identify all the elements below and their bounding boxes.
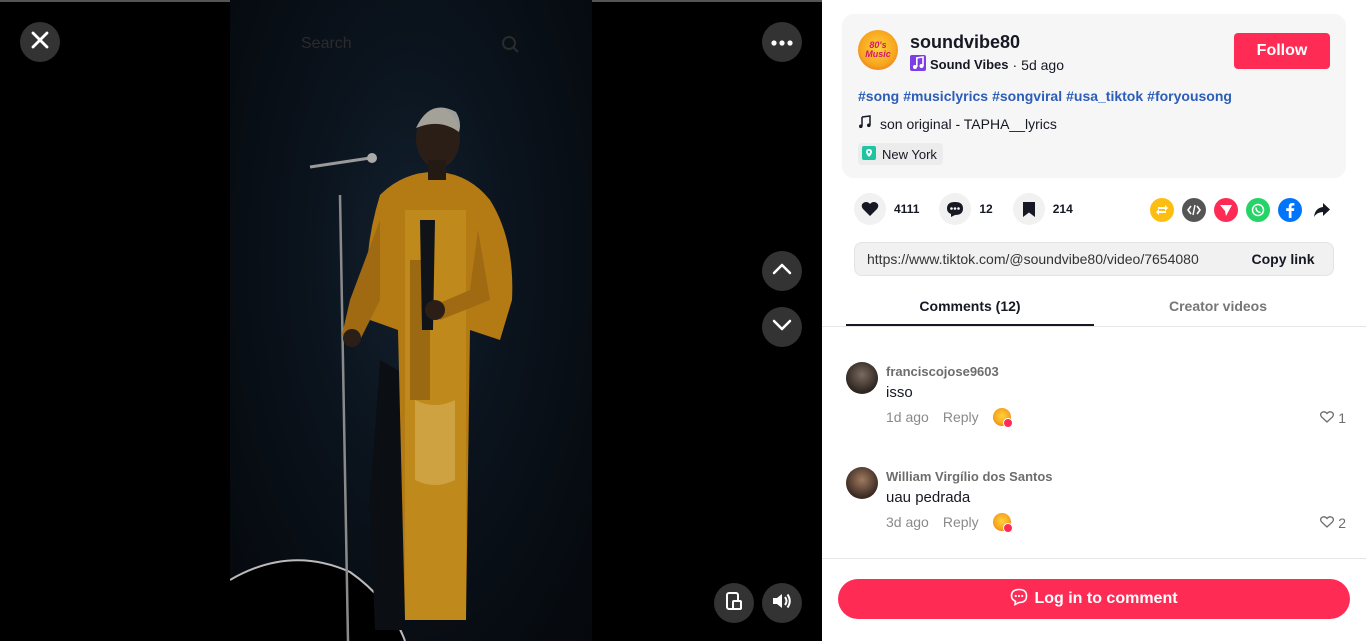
save-count: 214 (1052, 202, 1073, 216)
avatar-logo-text: 80's Music (865, 40, 891, 59)
previous-video-button[interactable] (762, 251, 802, 291)
heart-outline-icon (1320, 515, 1335, 531)
comment-item: franciscojose9603 isso 1d ago Reply 1 (846, 362, 1346, 442)
comment-bubble-icon (1010, 588, 1028, 611)
tab-creator-videos[interactable]: Creator videos (1094, 290, 1342, 326)
hashtag-list: #song #musiclyrics #songviral #usa_tikto… (858, 88, 1232, 104)
search-icon (501, 35, 519, 58)
heart-icon (854, 193, 886, 225)
sound-link[interactable]: son original - TAPHA__lyrics (858, 115, 1057, 132)
hashtag-link[interactable]: #song (858, 88, 899, 104)
comment-count: 12 (979, 202, 993, 216)
panel-tabs: Comments (12) Creator videos (846, 290, 1342, 326)
save-button[interactable]: 214 (1012, 193, 1073, 225)
creator-liked-badge (992, 513, 1013, 533)
comment-like-button[interactable]: 1 (1320, 410, 1346, 426)
video-pane: Search (0, 0, 822, 641)
video-frame-image (230, 107, 513, 641)
comment-icon (939, 193, 972, 225)
comment-text: isso (886, 384, 913, 401)
embed-icon[interactable] (1182, 198, 1206, 222)
bookmark-icon (1012, 193, 1045, 225)
post-time: 5d ago (1021, 56, 1064, 73)
commenter-username[interactable]: franciscojose9603 (886, 364, 999, 379)
creator-subline: Sound Vibes · 5d ago (910, 55, 1064, 74)
whatsapp-icon[interactable] (1246, 198, 1270, 222)
commenter-avatar[interactable] (846, 467, 878, 499)
more-icon (771, 33, 793, 51)
footer-divider (822, 558, 1366, 559)
music-note-icon (910, 55, 926, 74)
share-icon[interactable] (1310, 198, 1334, 222)
location-tag[interactable]: New York (858, 143, 943, 165)
creator-username[interactable]: soundvibe80 (910, 32, 1020, 53)
login-label: Log in to comment (1034, 590, 1178, 607)
comment-time: 1d ago (886, 409, 929, 425)
engagement-bar: 4111 12 214 (854, 193, 1093, 225)
chevron-down-icon (772, 318, 792, 336)
comment-meta: 1d ago Reply (886, 408, 1013, 428)
picture-in-picture-button[interactable] (714, 583, 754, 623)
share-icons (1150, 198, 1334, 222)
like-button[interactable]: 4111 (854, 193, 919, 225)
tabs-divider (822, 326, 1366, 327)
login-to-comment-button[interactable]: Log in to comment (838, 579, 1350, 619)
copy-link-bar: https://www.tiktok.com/@soundvibe80/vide… (854, 242, 1334, 276)
close-button[interactable] (20, 22, 60, 62)
comment-like-count: 1 (1338, 410, 1346, 426)
music-note-icon (858, 115, 872, 132)
comment-meta: 3d ago Reply (886, 513, 1013, 533)
next-video-button[interactable] (762, 307, 802, 347)
volume-icon (771, 592, 793, 615)
copy-link-button[interactable]: Copy link (1233, 243, 1333, 275)
commenter-avatar[interactable] (846, 362, 878, 394)
close-icon (31, 31, 49, 54)
hashtag-link[interactable]: #songviral (992, 88, 1062, 104)
repost-icon[interactable] (1150, 198, 1174, 222)
follow-button[interactable]: Follow (1234, 33, 1330, 69)
video-url: https://www.tiktok.com/@soundvibe80/vide… (867, 251, 1199, 267)
facebook-icon[interactable] (1278, 198, 1302, 222)
comment-like-count: 2 (1338, 515, 1346, 531)
sound-name: son original - TAPHA__lyrics (880, 115, 1057, 132)
reply-button[interactable]: Reply (943, 514, 979, 530)
post-info-card: 80's Music soundvibe80 Sound Vibes · 5d … (842, 14, 1346, 178)
commenter-username[interactable]: William Virgílio dos Santos (886, 469, 1053, 484)
app-root: Search 80's Music soundvibe80 Sound Vibe… (0, 0, 1366, 641)
comment-like-button[interactable]: 2 (1320, 515, 1346, 531)
send-icon[interactable] (1214, 198, 1238, 222)
more-options-button[interactable] (762, 22, 802, 62)
pip-icon (725, 591, 743, 616)
tab-comments[interactable]: Comments (12) (846, 290, 1094, 326)
dot-separator: · (1012, 56, 1018, 73)
location-icon (862, 145, 876, 163)
hashtag-link[interactable]: #musiclyrics (903, 88, 988, 104)
creator-liked-badge (992, 408, 1013, 428)
reply-button[interactable]: Reply (943, 409, 979, 425)
hashtag-link[interactable]: #foryousong (1147, 88, 1232, 104)
volume-button[interactable] (762, 583, 802, 623)
creator-avatar[interactable]: 80's Music (858, 30, 898, 70)
like-count: 4111 (894, 202, 920, 216)
location-name: New York (882, 146, 937, 162)
comment-button[interactable]: 12 (939, 193, 993, 225)
comment-text: uau pedrada (886, 489, 971, 506)
video-player[interactable] (230, 0, 592, 641)
search-bar-ghost: Search (301, 35, 521, 55)
chevron-up-icon (772, 262, 792, 280)
search-placeholder: Search (301, 35, 352, 52)
heart-outline-icon (1320, 410, 1335, 426)
creator-nickname: Sound Vibes (930, 57, 1009, 72)
comment-time: 3d ago (886, 514, 929, 530)
details-panel: 80's Music soundvibe80 Sound Vibes · 5d … (822, 0, 1366, 641)
hashtag-link[interactable]: #usa_tiktok (1066, 88, 1143, 104)
comment-item: William Virgílio dos Santos uau pedrada … (846, 467, 1346, 547)
